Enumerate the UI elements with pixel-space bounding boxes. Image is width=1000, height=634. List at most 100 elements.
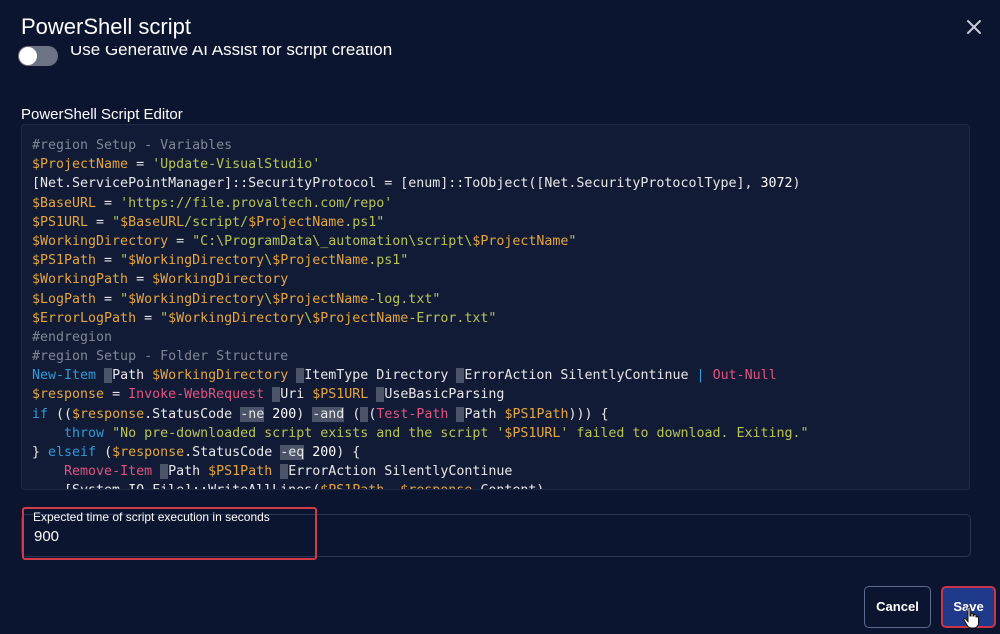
code-line: if (($response.StatusCode -ne 200) -and … [32, 405, 809, 424]
ai-assist-label: Use Generative AI Assist for script crea… [70, 46, 393, 59]
code-token: | [696, 368, 705, 384]
code-token: 200 [272, 406, 297, 422]
code-token: "C:\ProgramData\_automation\script\ [192, 233, 473, 249]
code-token: = [168, 233, 193, 249]
code-token: ) { [336, 445, 361, 460]
code-token: - [104, 368, 113, 384]
code-token: " [120, 291, 129, 307]
code-line: New-Item -Path $WorkingDirectory -ItemTy… [32, 366, 809, 385]
code-token: ErrorAction SilentlyContinue [288, 464, 513, 480]
code-token: , [384, 483, 400, 489]
code-token: Path [464, 406, 505, 422]
code-token: = [88, 214, 113, 230]
code-token: \ [264, 253, 273, 269]
code-token: $WorkingDirectory [152, 368, 289, 384]
code-token: [Net.ServicePointManager]::SecurityProto… [32, 176, 761, 192]
code-token: = [96, 195, 121, 211]
code-token: = [96, 291, 121, 307]
code-token: 'Update-VisualStudio' [152, 157, 321, 173]
code-token: Out-Null [712, 368, 777, 384]
code-token: = [128, 272, 153, 288]
code-line: [Net.ServicePointManager]::SecurityProto… [32, 174, 809, 193]
code-token: - [160, 464, 169, 480]
script-code[interactable]: #region Setup - Variables $ProjectName = … [32, 136, 809, 489]
code-token: $ErrorLogPath [32, 310, 137, 326]
code-token: = [128, 157, 153, 173]
code-line: $PS1URL = "$BaseURL/script/$ProjectName.… [32, 213, 809, 232]
code-token: -Error.txt" [408, 310, 497, 326]
code-token: UseBasicParsing [384, 387, 505, 403]
code-token: $ProjectName [272, 253, 369, 269]
code-token: ErrorAction SilentlyContinue [464, 368, 697, 384]
code-token: /script/ [184, 214, 249, 230]
code-token: $response [32, 387, 105, 403]
code-token: "No pre-downloaded script exists and the… [112, 425, 505, 441]
ai-assist-row: Use Generative AI Assist for script crea… [18, 46, 518, 68]
code-token: ) [296, 406, 313, 422]
close-icon[interactable] [963, 16, 985, 38]
cancel-button[interactable]: Cancel [864, 586, 931, 628]
code-token: } [32, 445, 49, 460]
code-token: " [568, 233, 577, 249]
code-token: $WorkingDirectory [168, 310, 305, 326]
code-token: \ [264, 291, 273, 307]
code-token: = [136, 310, 161, 326]
code-token: $PS1URL [32, 214, 89, 230]
code-token: -ne [240, 406, 265, 422]
code-token: (( [48, 406, 73, 422]
code-token: .ps1" [344, 214, 385, 230]
code-token: $PS1Path [504, 406, 569, 422]
code-token: $response [112, 445, 185, 460]
code-token: Remove-Item [64, 464, 153, 480]
code-line: #region Setup - Folder Structure [32, 347, 809, 366]
code-token: " [120, 253, 129, 269]
code-line: } elseif ($response.StatusCode -eq 200) … [32, 443, 809, 462]
code-token: #region Setup - Variables [32, 138, 233, 153]
code-line: Remove-Item -Path $PS1Path -ErrorAction … [32, 462, 809, 481]
code-token: $PS1URL [504, 425, 561, 441]
code-token: 200 [312, 445, 337, 460]
code-token: $BaseURL [120, 214, 185, 230]
code-line: $ProjectName = 'Update-VisualStudio' [32, 155, 809, 174]
code-token: " [160, 310, 169, 326]
code-token: $response [72, 406, 145, 422]
code-token: $ProjectName [32, 157, 129, 173]
code-token: [System.IO.File]::WriteAllLines( [32, 483, 320, 489]
code-line: $PS1Path = "$WorkingDirectory\$ProjectNa… [32, 251, 809, 270]
code-token: $LogPath [32, 291, 97, 307]
code-token: $WorkingDirectory [128, 291, 265, 307]
code-token: ( [96, 445, 113, 460]
code-token: Path [168, 464, 209, 480]
code-token: -eq [280, 445, 305, 460]
code-token: elseif [48, 445, 97, 460]
code-token: $BaseURL [32, 195, 97, 211]
code-token: $WorkingDirectory [32, 233, 169, 249]
code-line: $response = Invoke-WebRequest -Uri $PS1U… [32, 385, 809, 404]
code-token: = [104, 387, 129, 403]
code-token: .Content) [472, 483, 544, 489]
code-token: 'https://file.provaltech.com/repo' [120, 195, 393, 211]
toggle-knob [19, 47, 37, 65]
code-token: throw [64, 425, 105, 441]
code-token: $PS1Path [320, 483, 384, 489]
ai-assist-toggle[interactable] [18, 46, 58, 66]
code-token: $PS1Path [32, 253, 97, 269]
code-line: $WorkingPath = $WorkingDirectory [32, 270, 809, 289]
code-token: Uri [280, 387, 313, 403]
code-token: ))) { [568, 406, 609, 422]
code-token: -and [312, 406, 345, 422]
code-line: $LogPath = "$WorkingDirectory\$ProjectNa… [32, 290, 809, 309]
code-token: .StatusCode [144, 406, 241, 422]
code-token: .ps1" [368, 253, 409, 269]
code-token: Invoke-WebRequest [128, 387, 265, 403]
code-line: $WorkingDirectory = "C:\ProgramData\_aut… [32, 232, 809, 251]
code-line: [System.IO.File]::WriteAllLines($PS1Path… [32, 481, 809, 489]
script-editor[interactable]: #region Setup - Variables $ProjectName = … [21, 124, 970, 490]
code-line: $ErrorLogPath = "$WorkingDirectory\$Proj… [32, 309, 809, 328]
code-token: ( [344, 406, 361, 422]
